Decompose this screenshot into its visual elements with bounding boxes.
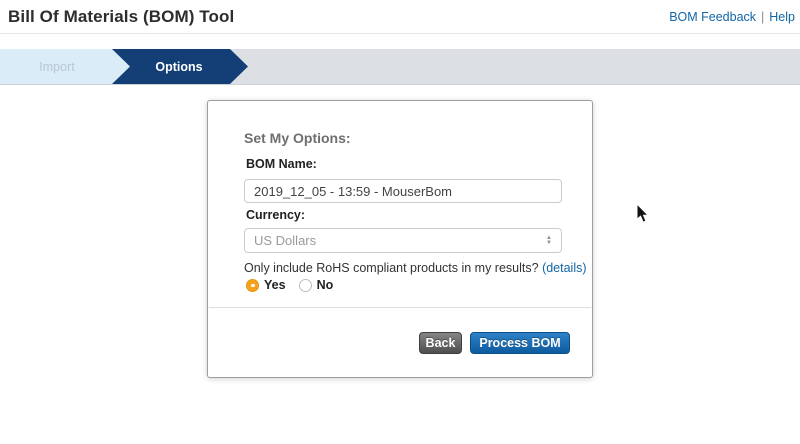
rohs-yes-radio[interactable] xyxy=(246,279,259,292)
currency-selected-value: US Dollars xyxy=(254,233,316,248)
mouse-cursor-icon xyxy=(636,204,650,224)
footer-divider xyxy=(209,307,591,308)
link-separator: | xyxy=(761,10,764,24)
panel-heading: Set My Options: xyxy=(244,130,351,146)
panel-buttons: Back Process BOM xyxy=(419,332,570,354)
wizard-stepper: Import Options xyxy=(0,49,800,85)
bom-tool-screen: Bill Of Materials (BOM) Tool BOM Feedbac… xyxy=(0,0,800,444)
help-link[interactable]: Help xyxy=(769,10,795,24)
bom-feedback-link[interactable]: BOM Feedback xyxy=(669,10,756,24)
app-header: Bill Of Materials (BOM) Tool BOM Feedbac… xyxy=(0,0,800,34)
page-title: Bill Of Materials (BOM) Tool xyxy=(8,7,234,27)
rohs-details-link[interactable]: (details) xyxy=(542,261,586,275)
process-bom-button[interactable]: Process BOM xyxy=(470,332,570,354)
step-import-label: Import xyxy=(39,60,74,74)
rohs-question: Only include RoHS compliant products in … xyxy=(244,261,587,275)
bom-name-label: BOM Name: xyxy=(246,157,317,171)
rohs-radio-group: Yes No xyxy=(246,278,333,292)
rohs-no-radio[interactable] xyxy=(299,279,312,292)
rohs-no-label[interactable]: No xyxy=(317,278,334,292)
bom-name-input[interactable] xyxy=(244,179,562,203)
header-links: BOM Feedback | Help xyxy=(669,10,795,24)
set-options-panel: Set My Options: BOM Name: Currency: US D… xyxy=(207,100,593,378)
currency-label: Currency: xyxy=(246,208,305,222)
select-spinner-icon: ▲▼ xyxy=(546,236,552,246)
rohs-yes-label[interactable]: Yes xyxy=(264,278,286,292)
step-import: Import xyxy=(0,49,130,84)
rohs-question-text: Only include RoHS compliant products in … xyxy=(244,261,539,275)
back-button[interactable]: Back xyxy=(419,332,462,354)
step-options-label: Options xyxy=(155,60,202,74)
currency-select[interactable]: US Dollars ▲▼ xyxy=(244,228,562,253)
step-options: Options xyxy=(112,49,248,84)
